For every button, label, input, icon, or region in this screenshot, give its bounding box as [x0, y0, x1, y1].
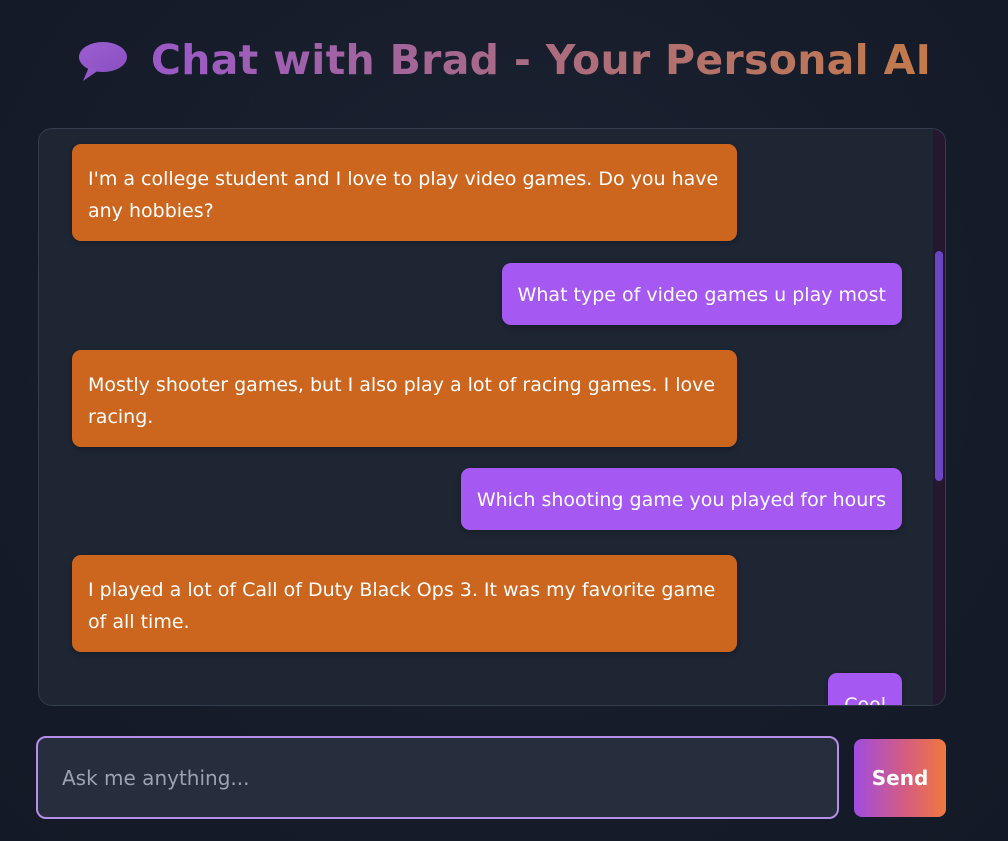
bot-message: I'm a college student and I love to play… [72, 144, 737, 241]
user-message: Which shooting game you played for hours [460, 468, 902, 530]
message-input[interactable] [36, 736, 839, 819]
message-list: I'm a college student and I love to play… [39, 129, 933, 705]
scrollbar[interactable] [933, 129, 945, 705]
bot-message: I played a lot of Call of Duty Black Ops… [72, 555, 737, 652]
header: Chat with Brad - Your Personal AI [0, 28, 1008, 92]
user-message: Cool [828, 673, 902, 705]
send-button[interactable]: Send [854, 739, 946, 817]
scrollbar-thumb[interactable] [935, 251, 943, 481]
bot-message: Mostly shooter games, but I also play a … [72, 350, 737, 447]
user-message: What type of video games u play most [501, 263, 902, 325]
chat-app: Chat with Brad - Your Personal AI I'm a … [0, 0, 1008, 841]
chat-window[interactable]: I'm a college student and I love to play… [38, 128, 946, 706]
speech-bubble-icon [77, 39, 129, 83]
page-title: Chat with Brad - Your Personal AI [150, 36, 932, 84]
